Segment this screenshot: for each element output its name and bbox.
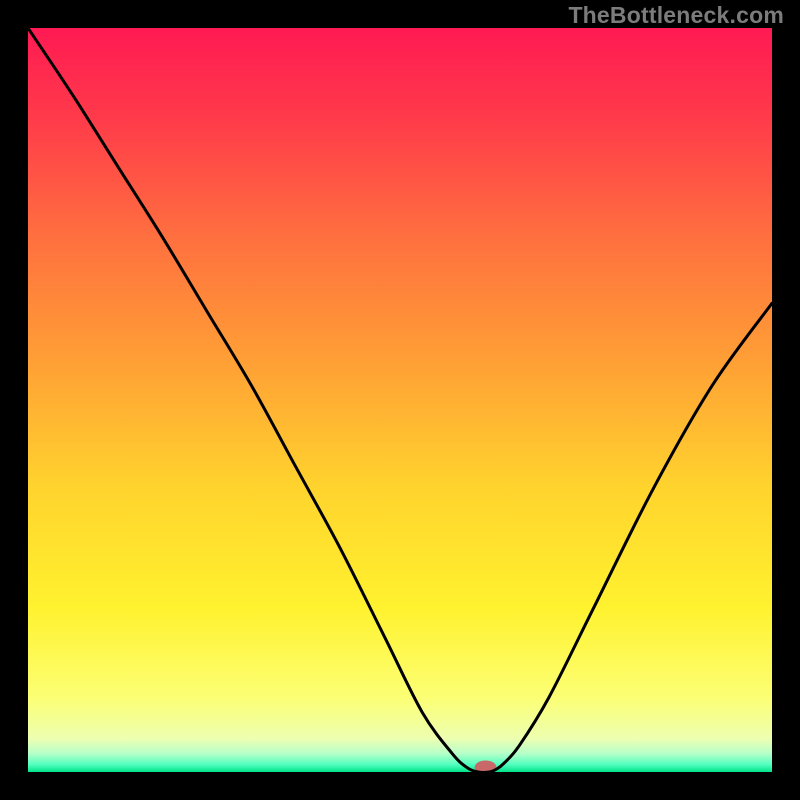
bottleneck-plot: [28, 28, 772, 772]
chart-frame: TheBottleneck.com: [0, 0, 800, 800]
watermark-label: TheBottleneck.com: [568, 2, 784, 29]
plot-background: [28, 28, 772, 772]
